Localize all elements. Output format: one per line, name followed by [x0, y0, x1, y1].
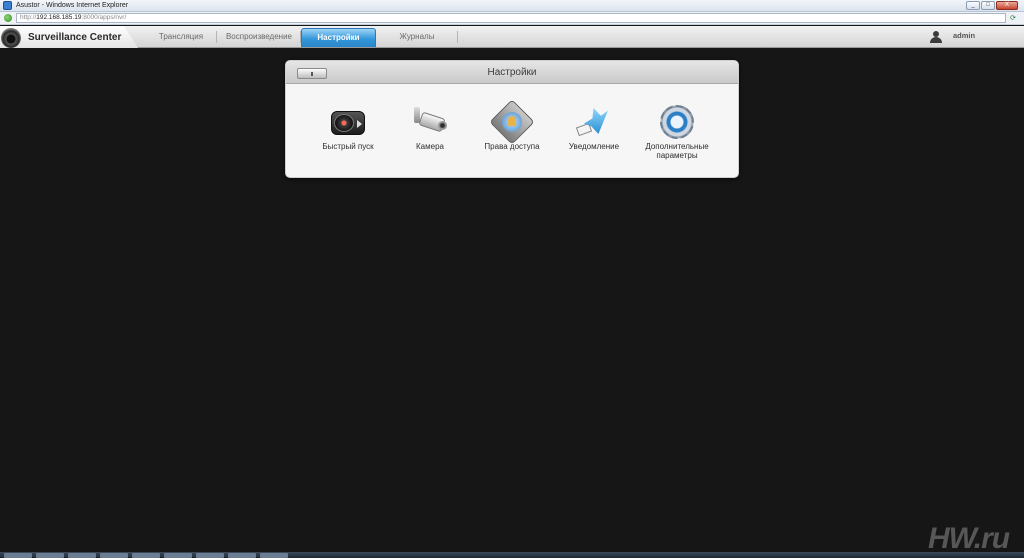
item-label: Дополнительные параметры — [645, 142, 709, 160]
access-rights-icon — [489, 99, 535, 145]
camera-logo-icon — [1, 28, 21, 48]
taskbar-item[interactable] — [196, 553, 224, 558]
taskbar-item[interactable] — [260, 553, 288, 558]
tab-live[interactable]: Трансляция — [145, 29, 217, 45]
taskbar-item[interactable] — [4, 553, 32, 558]
url-field[interactable]: http://192.168.185.19:8000/apps/nvr/ — [16, 13, 1006, 23]
settings-item-notification[interactable]: Уведомление — [554, 105, 634, 151]
app-logo: Surveillance Center — [0, 26, 138, 48]
address-bar: http://192.168.185.19:8000/apps/nvr/ ⟳ — [0, 12, 1024, 25]
taskbar-item[interactable] — [164, 553, 192, 558]
tab-settings[interactable]: Настройки — [301, 28, 376, 47]
page-icon — [4, 14, 12, 22]
window-titlebar: Asustor - Windows Internet Explorer _ □ … — [0, 0, 1024, 12]
gauge-icon — [330, 105, 366, 139]
tab-label: Журналы — [399, 32, 435, 41]
window-title: Asustor - Windows Internet Explorer — [16, 2, 129, 9]
app-name: Surveillance Center — [28, 31, 122, 43]
close-button[interactable]: X — [996, 1, 1018, 10]
maximize-button[interactable]: □ — [981, 1, 995, 10]
taskbar-item[interactable] — [36, 553, 64, 558]
windows-taskbar — [0, 552, 1024, 558]
app-toolbar: Surveillance Center Трансляция Воспроизв… — [0, 26, 1024, 48]
tab-playback[interactable]: Воспроизведение — [217, 29, 301, 45]
url-host: 192.168.185.19 — [36, 14, 82, 21]
taskbar-item[interactable] — [68, 553, 96, 558]
item-label: Быстрый пуск — [322, 142, 374, 151]
tab-label: Воспроизведение — [225, 32, 293, 41]
tab-logs[interactable]: Журналы — [376, 29, 458, 45]
item-label: Уведомление — [568, 142, 620, 151]
settings-item-camera[interactable]: Камера — [390, 105, 470, 151]
user-name[interactable]: admin — [953, 31, 975, 40]
minimize-button[interactable]: _ — [966, 1, 980, 10]
settings-item-quick-start[interactable]: Быстрый пуск — [308, 105, 388, 151]
item-label: Камера — [416, 142, 444, 151]
window-controls: _ □ X — [966, 1, 1018, 10]
taskbar-item[interactable] — [132, 553, 160, 558]
user-icon[interactable] — [930, 31, 942, 43]
gear-icon — [659, 105, 695, 139]
notification-bird-icon — [575, 105, 612, 139]
settings-item-access-rights[interactable]: Права доступа — [472, 99, 552, 151]
tab-label: Настройки — [317, 33, 360, 42]
panel-header: Настройки — [286, 61, 738, 84]
tab-label: Трансляция — [158, 32, 204, 41]
settings-panel: Настройки Быстрый пуск Камера Права дост… — [285, 60, 739, 178]
taskbar-item[interactable] — [228, 553, 256, 558]
settings-item-advanced[interactable]: Дополнительные параметры — [636, 105, 718, 160]
url-path: :8000/apps/nvr/ — [81, 14, 127, 21]
camera-icon — [412, 105, 448, 139]
refresh-icon[interactable]: ⟳ — [1008, 14, 1018, 23]
taskbar-item[interactable] — [100, 553, 128, 558]
ie-app-icon — [3, 1, 12, 10]
panel-title: Настройки — [487, 67, 537, 78]
url-prefix: http:// — [20, 14, 37, 21]
watermark-logo: HW.ru — [928, 522, 1010, 555]
